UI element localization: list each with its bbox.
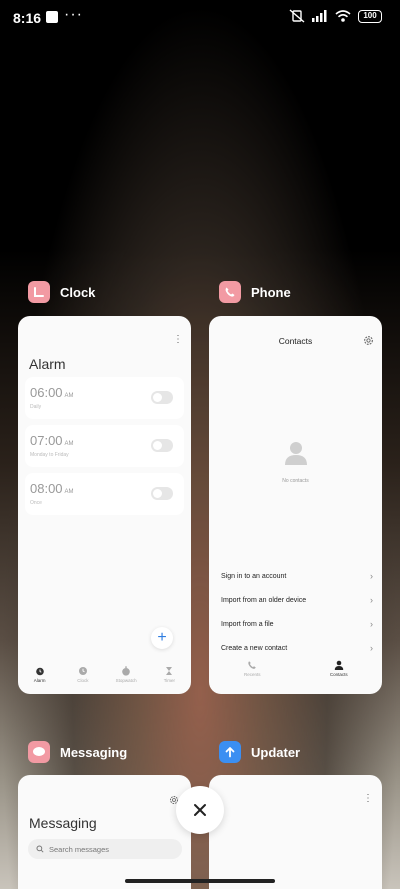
import-older-device-button[interactable]: Import from an older device ›	[221, 593, 373, 607]
person-icon	[334, 660, 343, 670]
contact-placeholder-icon	[285, 442, 307, 465]
create-contact-button[interactable]: Create a new contact ›	[221, 641, 373, 655]
more-options-icon[interactable]: ⋮	[363, 793, 373, 804]
app-header-messaging[interactable]: Messaging	[28, 741, 127, 763]
clock-app-icon	[28, 281, 50, 303]
alarm-row[interactable]: 07:00 AM Monday to Friday	[25, 425, 184, 467]
alarm-time: 07:00	[30, 433, 63, 448]
clock-icon	[78, 667, 87, 675]
import-file-button[interactable]: Import from a file ›	[221, 617, 373, 631]
status-time: 8:16	[13, 10, 42, 26]
chevron-right-icon: ›	[370, 571, 373, 581]
app-header-clock[interactable]: Clock	[28, 281, 95, 303]
status-bar: 8:16 ··· 100	[0, 0, 400, 36]
search-icon	[36, 845, 44, 853]
alarm-ampm: AM	[64, 441, 74, 447]
alarm-title: Alarm	[29, 356, 66, 372]
search-messages-input[interactable]: Search messages	[28, 839, 182, 859]
alarm-time: 08:00	[30, 481, 63, 496]
alarm-repeat: Monday to Friday	[30, 452, 69, 458]
alarm-time: 06:00	[30, 385, 63, 400]
empty-state-text: No contacts	[282, 478, 309, 484]
phone-bottom-nav: Recents Contacts	[209, 660, 382, 677]
app-name-updater: Updater	[251, 744, 301, 760]
close-icon	[194, 804, 206, 816]
wifi-icon	[335, 10, 351, 22]
notification-icon	[46, 11, 58, 23]
alarm-repeat: Daily	[30, 404, 42, 410]
search-placeholder: Search messages	[49, 844, 110, 854]
alarm-repeat: Once	[30, 500, 42, 506]
alarm-toggle[interactable]	[151, 487, 173, 500]
battery-icon: 100	[358, 9, 382, 23]
updater-app-card[interactable]: ⋮	[209, 775, 382, 889]
messaging-title: Messaging	[29, 815, 97, 831]
updater-app-icon	[219, 741, 241, 763]
chevron-right-icon: ›	[370, 595, 373, 605]
alarm-toggle[interactable]	[151, 391, 173, 404]
signal-icon	[312, 10, 327, 22]
clock-app-card[interactable]: ⋮ Alarm 06:00 AM Daily 07:00 AM Monday to …	[18, 316, 191, 694]
alarm-clock-icon	[35, 667, 44, 676]
nav-recents[interactable]: Recents	[232, 660, 272, 677]
more-notifications-icon: ···	[64, 6, 83, 23]
chevron-right-icon: ›	[370, 643, 373, 653]
chevron-right-icon: ›	[370, 619, 373, 629]
alarm-row[interactable]: 08:00 AM Once	[25, 473, 184, 515]
app-name-clock: Clock	[60, 284, 96, 300]
app-header-updater[interactable]: Updater	[219, 741, 300, 763]
nav-alarm[interactable]: Alarm	[20, 666, 60, 683]
nav-stopwatch[interactable]: Stopwatch	[106, 666, 146, 683]
app-name-phone: Phone	[251, 284, 291, 300]
settings-gear-icon[interactable]	[363, 335, 374, 346]
app-header-phone[interactable]: Phone	[219, 281, 291, 303]
messaging-app-icon	[28, 741, 50, 763]
vibrate-off-icon	[289, 9, 305, 23]
status-icons: 100	[289, 9, 382, 23]
hourglass-icon	[166, 667, 173, 675]
nav-timer[interactable]: Timer	[149, 666, 189, 683]
stopwatch-icon	[122, 666, 130, 676]
alarm-toggle[interactable]	[151, 439, 173, 452]
alarm-ampm: AM	[64, 489, 74, 495]
home-indicator[interactable]	[125, 879, 275, 883]
alarm-row[interactable]: 06:00 AM Daily	[25, 377, 184, 419]
clock-bottom-nav: Alarm Clock Stopwatch Timer	[18, 666, 191, 683]
more-options-icon[interactable]: ⋮	[173, 334, 183, 345]
nav-contacts[interactable]: Contacts	[319, 660, 359, 677]
clear-all-button[interactable]	[176, 786, 224, 834]
phone-app-card[interactable]: Contacts No contacts Sign in to an accou…	[209, 316, 382, 694]
add-alarm-button[interactable]: +	[151, 627, 173, 649]
sign-in-account-button[interactable]: Sign in to an account ›	[221, 569, 373, 583]
app-name-messaging: Messaging	[60, 744, 128, 760]
nav-clock[interactable]: Clock	[63, 666, 103, 683]
contacts-title: Contacts	[278, 336, 313, 346]
phone-handset-icon	[248, 661, 256, 669]
messaging-app-card[interactable]: Messaging Search messages	[18, 775, 191, 889]
phone-app-icon	[219, 281, 241, 303]
alarm-ampm: AM	[64, 393, 74, 399]
